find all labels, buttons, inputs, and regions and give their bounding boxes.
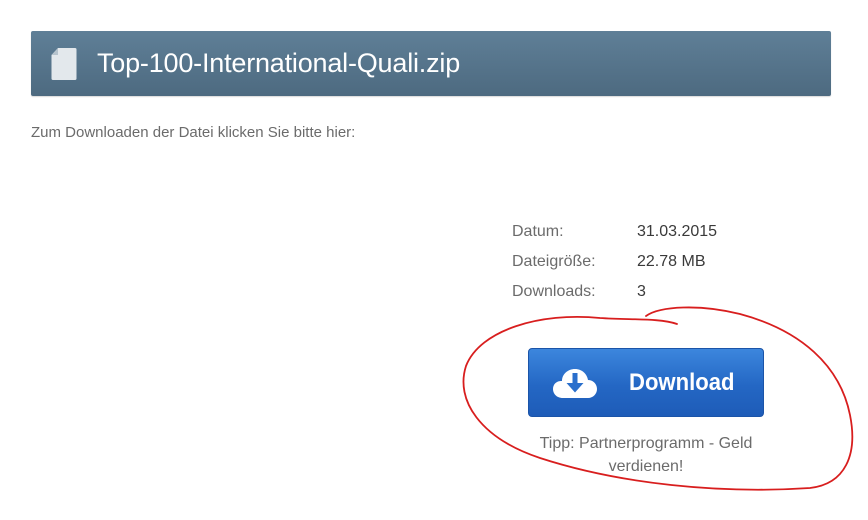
info-value-date: 31.03.2015 xyxy=(637,223,718,240)
download-instruction: Zum Downloaden der Datei klicken Sie bit… xyxy=(31,124,356,141)
download-button-label: Download xyxy=(629,369,735,396)
info-label: Datum: xyxy=(512,223,564,240)
info-value-downloads: 3 xyxy=(637,283,646,300)
file-icon xyxy=(51,48,77,80)
info-label: Dateigröße: xyxy=(512,253,596,270)
info-label: Downloads: xyxy=(512,283,596,300)
file-header: Top-100-International-Quali.zip xyxy=(31,31,831,96)
download-button[interactable]: Download xyxy=(528,348,764,417)
info-value-size: 22.78 MB xyxy=(637,253,706,270)
file-title: Top-100-International-Quali.zip xyxy=(97,48,461,78)
cloud-download-icon xyxy=(553,369,597,398)
partner-tip-link[interactable]: Tipp: Partnerprogramm - Geld verdienen! xyxy=(520,432,772,478)
